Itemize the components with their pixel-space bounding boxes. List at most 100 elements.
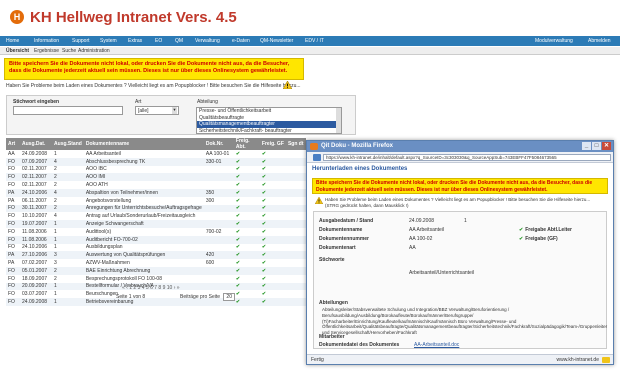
popup-blocker-hint[interactable]: Haben Sie Probleme beim Laden eines Doku… (6, 83, 301, 89)
keyword-input[interactable] (13, 106, 123, 115)
table-row[interactable]: PA 24.10.2006 4 Abspaltion von Teilnehmer/i… (6, 188, 306, 197)
pagination[interactable]: « ‹ 1 2 3 4 5 6 7 8 9 10 › » (122, 285, 180, 291)
cell-freig-gf: ✔ (261, 213, 267, 220)
cell-freig-abt: ✔ (233, 188, 260, 197)
subnav-item-suche[interactable]: Suche (62, 48, 76, 54)
cell-name[interactable]: Anregungen für Unterrichtsbesuche/Auftra… (83, 204, 204, 213)
nav-item-extras[interactable]: Extras (128, 38, 142, 44)
nav-item-information[interactable]: Information (34, 38, 59, 44)
col-header-name[interactable]: Dokumentenname (83, 138, 204, 150)
close-icon[interactable]: ✕ (602, 142, 611, 150)
table-row[interactable]: FO 02.11.2007 2 AOO ATH ✔ ✔ (6, 181, 306, 189)
subnav-item-uebersicht[interactable]: Übersicht (6, 48, 29, 54)
maximize-icon[interactable]: □ (592, 142, 601, 150)
table-row[interactable]: FO 03.07.2007 1 Beurschungen ✔ ✔ (6, 290, 306, 298)
table-row[interactable]: AA 24.09.2008 1 AA Arbeitsanteil AA 100-01 ✔ ✔ (6, 150, 306, 158)
field-value: AA 100-02 (409, 236, 433, 242)
col-header-freig-gf[interactable]: Freig. GF (259, 138, 286, 150)
cell-name[interactable]: Ausbildungsplan (84, 244, 204, 252)
table-row[interactable]: FO 05.01.2007 2 BAE Einrichtung Abrechnung ✔… (6, 266, 306, 275)
warning-triangle-icon (283, 81, 292, 89)
cell-name[interactable]: AA Arbeitsanteil (84, 150, 204, 158)
col-header-art[interactable]: Art (6, 138, 20, 150)
cell-art: FO (6, 204, 20, 213)
per-page-select[interactable]: 20 (223, 293, 235, 301)
cell-art: FO (8, 182, 15, 189)
cell-nr (203, 282, 234, 291)
table-row[interactable]: FO 02.11.2007 2 AOO IMI ✔ ✔ (6, 173, 306, 182)
table-row[interactable]: FO 24.10.2006 1 Ausbildungsplan ✔ ✔ (6, 244, 306, 252)
cell-name[interactable]: AOO IBC (84, 166, 204, 174)
table-row[interactable]: PA 06.11.2007 2 Angebotsvorstellung 300 ✔ ✔ (6, 197, 306, 205)
nav-item-eo[interactable]: EO (155, 38, 162, 44)
listbox-scrollbar[interactable] (336, 108, 341, 133)
popup-titlebar[interactable]: Qit Doku - Mozilla Firefox _ □ ✕ (307, 141, 613, 152)
col-header-sgn[interactable]: Sgn dt (285, 138, 306, 150)
cell-freig-abt: ✔ (235, 197, 241, 204)
table-row[interactable]: FO 19.07.2007 1 Anzeige Schwangerschaft ✔ ✔ (6, 220, 306, 228)
cell-name[interactable]: Besprechungsprotokoll FO 100-08 (84, 275, 204, 283)
cell-name[interactable]: Angebotsvorstellung (84, 197, 204, 205)
nav-item-home[interactable]: Home (6, 38, 19, 44)
cell-name[interactable]: Auswertung von Qualitätsprüfungen (83, 251, 204, 260)
cell-stand: 4 (52, 157, 84, 166)
cell-name[interactable]: Audittool(s) (84, 228, 204, 236)
url-field[interactable]: https://www.kh-intranet.de/inhalt/defaul… (323, 154, 611, 161)
cell-art: FO (6, 173, 20, 182)
art-select[interactable]: [alle] ▼ (135, 106, 179, 115)
per-page-control: Beiträge pro Seite 20 (180, 293, 235, 301)
cell-freig-abt: ✔ (233, 157, 260, 166)
nav-item-edaten[interactable]: e-Daten (232, 38, 250, 44)
nav-item-qm-newsletter[interactable]: QM-Newsletter (260, 38, 293, 44)
cell-nr: 350 (203, 188, 234, 197)
table-row[interactable]: FO 11.08.2006 1 Auditbericht FO-700-02 ✔ ✔ (6, 235, 306, 244)
table-row[interactable]: FO 10.10.2007 4 Antrag auf Urlaub/Sonderurl… (6, 212, 306, 220)
table-row[interactable]: FO 11.08.2006 1 Audittool(s) 700-02 ✔ ✔ (6, 228, 306, 236)
cell-date: 27.10.2006 (20, 251, 53, 260)
cell-art: FO (8, 275, 15, 282)
cell-name[interactable]: Abschlussbesprechung TK (83, 157, 204, 166)
nav-item-verwaltung[interactable]: Verwaltung (195, 38, 220, 44)
col-header-nr[interactable]: Dok.Nr. (203, 138, 234, 150)
cell-date: 03.07.2007 (22, 291, 48, 298)
cell-stand: 3 (54, 260, 57, 267)
cell-name[interactable]: AOO ATH (84, 181, 204, 189)
nav-item-support[interactable]: Support (72, 38, 90, 44)
table-row[interactable]: FO 18.09.2007 2 Besprechungsprotokoll FO 10… (6, 275, 306, 283)
nav-item-system[interactable]: System (100, 38, 117, 44)
cell-name[interactable]: AOO IMI (83, 173, 204, 182)
subnav-item-administration[interactable]: Administration (78, 48, 110, 54)
cell-name[interactable]: Antrag auf Urlaub/Sonderurlaub/Freizeita… (84, 212, 204, 220)
table-row[interactable]: PA 27.10.2006 3 Auswertung von Qualitätsprü… (6, 251, 306, 260)
cell-date: 30.11.2007 (20, 204, 53, 213)
table-row[interactable]: FO 24.09.2008 1 Betriebsvereinbarung ✔ ✔ (6, 298, 306, 306)
nav-item-qm[interactable]: QM (175, 38, 183, 44)
nav-item-edv-it[interactable]: EDV / IT (305, 38, 324, 44)
cell-name[interactable]: Abspaltion von Teilnehmer/innen (83, 188, 204, 197)
popup-heading: Herunterladen eines Dokumentes (312, 166, 408, 172)
minimize-icon[interactable]: _ (582, 142, 591, 150)
checkmark-icon: ✔ (519, 236, 524, 242)
table-row[interactable]: FO 02.11.2007 2 AOO IBC ✔ ✔ (6, 166, 306, 174)
nav-item-abmelden[interactable]: Abmelden (588, 38, 611, 44)
table-row[interactable]: FO 30.11.2007 2 Anregungen für Unterrichtsb… (6, 204, 306, 213)
document-download-link[interactable]: AA-Arbeitsanteil.doc (414, 342, 459, 348)
col-header-freig-abt[interactable]: Freig. Abt. (233, 138, 260, 150)
cell-name[interactable]: Anzeige Schwangerschaft (83, 220, 204, 228)
cell-name[interactable]: BAE Einrichtung Abrechnung (83, 266, 204, 275)
cell-name[interactable]: Auditbericht FO-700-02 (83, 235, 204, 244)
nav-item-modulverwaltung[interactable]: Modulverwaltung (535, 38, 573, 44)
cell-nr: 700-02 (205, 228, 222, 235)
page-info: Seite 1 von 8 (116, 294, 146, 300)
popup-hint[interactable]: Haben Sie Probleme beim Laden eines Doku… (315, 197, 605, 208)
col-header-stand[interactable]: Ausg.Stand (52, 138, 84, 150)
subnav-item-ergebnisse[interactable]: Ergebnisse (34, 48, 59, 54)
col-header-date[interactable]: Ausg.Dat. (20, 138, 53, 150)
listbox-item[interactable]: Sicherheitstechnik/Fachkraft- beauftragt… (197, 128, 341, 135)
cell-art: FO (6, 298, 20, 306)
table-row[interactable]: PA 07.02.2007 3 AZWV-Maßnahmen 600 ✔ ✔ (6, 259, 306, 267)
abteilung-listbox[interactable]: Presse- und Öffentlichkeitsarbeit Qualit… (196, 107, 342, 134)
app-title: KH Hellweg Intranet Vers. 4.5 (30, 9, 237, 26)
table-row[interactable]: FO 07.09.2007 4 Abschlussbesprechung TK 330-… (6, 157, 306, 166)
cell-name[interactable]: AZWV-Maßnahmen (84, 259, 204, 267)
